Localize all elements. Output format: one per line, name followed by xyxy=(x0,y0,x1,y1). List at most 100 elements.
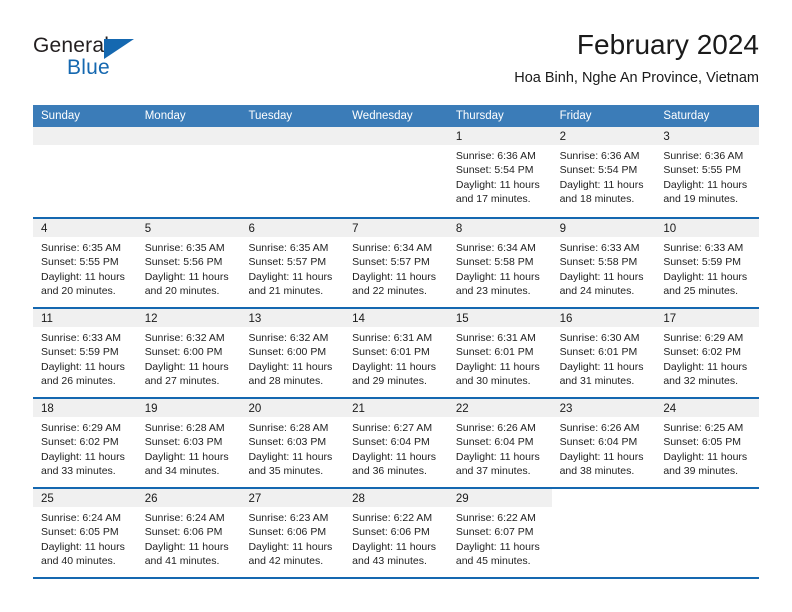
calendar-day-cell[interactable]: 7 Sunrise: 6:34 AM Sunset: 5:57 PM Daylight… xyxy=(344,219,448,307)
day-sun-info: Sunrise: 6:32 AM Sunset: 6:00 PM Daylight:… xyxy=(137,327,241,389)
day-number: 25 xyxy=(41,493,54,505)
calendar-day-cell[interactable]: 13 Sunrise: 6:32 AM Sunset: 6:00 PM Dayligh… xyxy=(240,309,345,397)
day-number: 12 xyxy=(144,313,158,325)
day-number-band: 1 xyxy=(447,127,552,145)
calendar-day-cell[interactable]: 26 Sunrise: 6:24 AM Sunset: 6:06 PM Dayligh… xyxy=(136,489,241,577)
day-info-line: Sunset: 6:06 PM xyxy=(352,526,430,539)
day-number-band xyxy=(33,127,137,145)
calendar-day-cell[interactable]: 6 Sunrise: 6:35 AM Sunset: 5:57 PM Daylight… xyxy=(240,219,345,307)
day-info-line: Daylight: 11 hours xyxy=(663,178,748,191)
day-info-line: and 24 minutes. xyxy=(559,285,635,298)
day-info-line: Daylight: 11 hours xyxy=(144,360,229,373)
calendar-day-cell[interactable]: 28 Sunrise: 6:22 AM Sunset: 6:06 PM Dayligh… xyxy=(344,489,448,577)
calendar-week-row: 18 Sunrise: 6:29 AM Sunset: 6:02 PM Dayligh… xyxy=(33,397,760,487)
weekday-header-friday: Friday xyxy=(559,110,592,122)
day-number-band: 20 xyxy=(240,399,345,417)
day-info-line: Sunrise: 6:28 AM xyxy=(144,422,225,434)
day-info-line: Sunrise: 6:23 AM xyxy=(248,512,329,524)
day-sun-info: Sunrise: 6:33 AM Sunset: 5:58 PM Daylight:… xyxy=(552,237,656,299)
day-info-line: Sunset: 6:04 PM xyxy=(559,436,638,449)
day-info-line: and 45 minutes. xyxy=(455,555,531,568)
day-info-line: Sunrise: 6:35 AM xyxy=(144,242,225,254)
calendar-day-cell[interactable]: 23 Sunrise: 6:26 AM Sunset: 6:04 PM Dayligh… xyxy=(551,399,656,487)
day-info-line: Daylight: 11 hours xyxy=(41,270,125,283)
calendar-day-cell[interactable]: 10 Sunrise: 6:33 AM Sunset: 5:59 PM Dayligh… xyxy=(655,219,760,307)
day-info-line: and 20 minutes. xyxy=(144,285,220,298)
logo-text-general: General xyxy=(33,34,110,57)
calendar-day-cell[interactable]: 25 Sunrise: 6:24 AM Sunset: 6:05 PM Dayligh… xyxy=(33,489,137,577)
day-number: 29 xyxy=(455,493,469,505)
calendar-day-cell-empty xyxy=(552,489,656,577)
day-number: 4 xyxy=(41,223,48,235)
calendar-day-cell-empty xyxy=(240,127,345,217)
calendar-day-cell[interactable]: 16 Sunrise: 6:30 AM Sunset: 6:01 PM Dayligh… xyxy=(551,309,656,397)
day-info-line: Sunset: 5:59 PM xyxy=(41,346,119,359)
calendar-day-cell[interactable]: 22 Sunrise: 6:26 AM Sunset: 6:04 PM Dayligh… xyxy=(447,399,552,487)
day-number: 7 xyxy=(352,223,359,235)
day-info-line: Sunset: 6:02 PM xyxy=(41,436,119,449)
day-info-line: and 28 minutes. xyxy=(248,375,324,388)
calendar-day-cell[interactable]: 29 Sunrise: 6:22 AM Sunset: 6:07 PM Dayligh… xyxy=(447,489,552,577)
day-info-line: Daylight: 11 hours xyxy=(455,360,540,373)
calendar-day-cell[interactable]: 8 Sunrise: 6:34 AM Sunset: 5:58 PM Daylight… xyxy=(447,219,552,307)
logo-text-blue: Blue xyxy=(67,56,110,79)
day-sun-info: Sunrise: 6:24 AM Sunset: 6:06 PM Daylight:… xyxy=(137,507,241,569)
day-number: 20 xyxy=(248,403,262,415)
day-info-line: Sunset: 6:05 PM xyxy=(663,436,741,449)
day-info-line: Sunset: 5:57 PM xyxy=(352,256,430,269)
day-sun-info: Sunrise: 6:28 AM Sunset: 6:03 PM Daylight:… xyxy=(137,417,241,479)
day-info-line: Sunset: 5:55 PM xyxy=(41,256,119,269)
calendar-day-cell[interactable]: 27 Sunrise: 6:23 AM Sunset: 6:06 PM Dayligh… xyxy=(240,489,345,577)
day-number: 18 xyxy=(41,403,54,415)
day-info-line: Sunrise: 6:34 AM xyxy=(455,242,536,254)
calendar-day-cell[interactable]: 4 Sunrise: 6:35 AM Sunset: 5:55 PM Daylight… xyxy=(33,219,137,307)
day-info-line: Sunset: 6:03 PM xyxy=(248,436,327,449)
calendar-day-cell[interactable]: 11 Sunrise: 6:33 AM Sunset: 5:59 PM Dayligh… xyxy=(33,309,137,397)
day-sun-info: Sunrise: 6:35 AM Sunset: 5:55 PM Daylight:… xyxy=(33,237,137,299)
day-number-band: 13 xyxy=(240,309,345,327)
day-number: 22 xyxy=(455,403,469,415)
day-number-band xyxy=(552,489,656,507)
day-sun-info: Sunrise: 6:36 AM Sunset: 5:55 PM Daylight:… xyxy=(655,145,759,207)
day-number: 23 xyxy=(559,403,573,415)
day-sun-info: Sunrise: 6:31 AM Sunset: 6:01 PM Daylight:… xyxy=(448,327,552,389)
calendar-day-cell[interactable]: 12 Sunrise: 6:32 AM Sunset: 6:00 PM Dayligh… xyxy=(136,309,241,397)
day-info-line: Sunset: 5:55 PM xyxy=(663,164,741,177)
general-blue-logo[interactable]: General Blue xyxy=(33,34,213,90)
day-number-band: 24 xyxy=(655,399,760,417)
day-info-line: Sunset: 6:06 PM xyxy=(144,526,223,539)
day-info-line: Daylight: 11 hours xyxy=(248,360,333,373)
day-info-line: Sunset: 5:59 PM xyxy=(663,256,741,269)
day-info-line: and 22 minutes. xyxy=(352,285,427,298)
calendar-day-cell[interactable]: 1 Sunrise: 6:36 AM Sunset: 5:54 PM Daylight… xyxy=(447,127,552,217)
calendar-day-cell[interactable]: 2 Sunrise: 6:36 AM Sunset: 5:54 PM Daylight… xyxy=(551,127,656,217)
calendar-day-cell[interactable]: 19 Sunrise: 6:28 AM Sunset: 6:03 PM Dayligh… xyxy=(136,399,241,487)
calendar-day-cell[interactable]: 18 Sunrise: 6:29 AM Sunset: 6:02 PM Dayligh… xyxy=(33,399,137,487)
calendar-day-cell[interactable]: 9 Sunrise: 6:33 AM Sunset: 5:58 PM Daylight… xyxy=(551,219,656,307)
calendar-grid: Sunday Monday Tuesday Wednesday Thursday… xyxy=(33,105,760,579)
calendar-day-cell[interactable]: 24 Sunrise: 6:25 AM Sunset: 6:05 PM Dayligh… xyxy=(655,399,760,487)
day-info-line: Daylight: 11 hours xyxy=(248,270,333,283)
day-number-band: 21 xyxy=(344,399,448,417)
calendar-day-cell[interactable]: 14 Sunrise: 6:31 AM Sunset: 6:01 PM Dayligh… xyxy=(344,309,448,397)
calendar-day-cell[interactable]: 20 Sunrise: 6:28 AM Sunset: 6:03 PM Dayligh… xyxy=(240,399,345,487)
day-number-band xyxy=(240,127,345,145)
calendar-day-cell[interactable]: 5 Sunrise: 6:35 AM Sunset: 5:56 PM Daylight… xyxy=(136,219,241,307)
day-number-band: 15 xyxy=(447,309,552,327)
day-number-band: 17 xyxy=(655,309,760,327)
day-number-band: 3 xyxy=(655,127,760,145)
calendar-day-cell[interactable]: 21 Sunrise: 6:27 AM Sunset: 6:04 PM Dayligh… xyxy=(344,399,448,487)
day-info-line: Sunset: 6:01 PM xyxy=(455,346,534,359)
day-info-line: Sunset: 5:56 PM xyxy=(144,256,223,269)
day-sun-info: Sunrise: 6:35 AM Sunset: 5:56 PM Daylight:… xyxy=(137,237,241,299)
day-sun-info: Sunrise: 6:34 AM Sunset: 5:57 PM Daylight:… xyxy=(344,237,448,299)
day-number: 15 xyxy=(455,313,469,325)
day-info-line: and 34 minutes. xyxy=(144,465,220,478)
calendar-day-cell[interactable]: 17 Sunrise: 6:29 AM Sunset: 6:02 PM Dayligh… xyxy=(655,309,760,397)
calendar-day-cell[interactable]: 3 Sunrise: 6:36 AM Sunset: 5:55 PM Daylight… xyxy=(655,127,760,217)
day-info-line: Sunrise: 6:34 AM xyxy=(352,242,433,254)
day-info-line: Sunset: 5:57 PM xyxy=(248,256,327,269)
calendar-day-cell[interactable]: 15 Sunrise: 6:31 AM Sunset: 6:01 PM Dayligh… xyxy=(447,309,552,397)
weekday-header-row: Sunday Monday Tuesday Wednesday Thursday… xyxy=(33,105,759,127)
day-info-line: and 32 minutes. xyxy=(663,375,739,388)
